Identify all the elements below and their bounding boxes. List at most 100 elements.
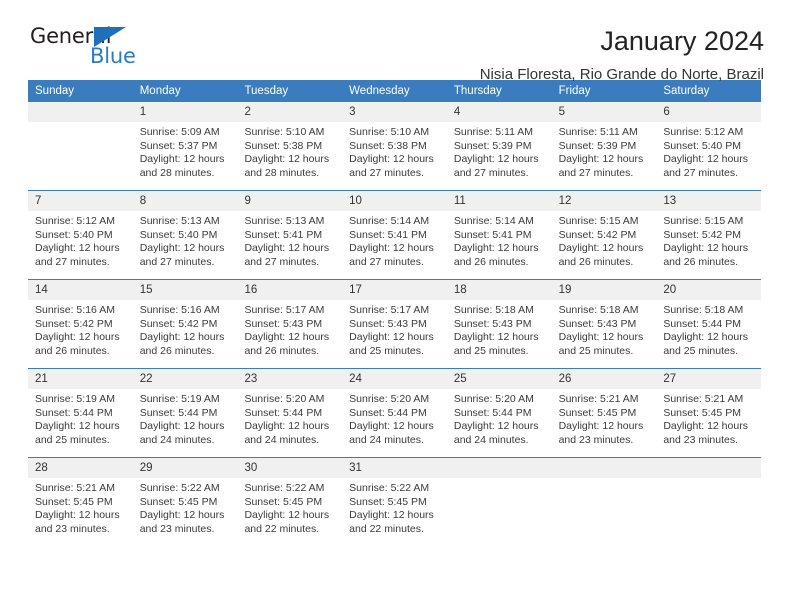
day-detail: Sunrise: 5:21 AM Sunset: 5:45 PM Daylight:… — [28, 478, 133, 536]
day-cell[interactable]: 5 Sunrise: 5:11 AM Sunset: 5:39 PM Daylight… — [551, 102, 657, 190]
day-number: 16 — [237, 280, 343, 300]
day-daylight-line: Daylight: 12 hours — [349, 420, 434, 433]
day-cell[interactable]: 26 Sunrise: 5:21 AM Sunset: 5:45 PM Dayligh… — [551, 369, 657, 457]
day-cell[interactable]: 16 Sunrise: 5:17 AM Sunset: 5:43 PM Dayligh… — [237, 280, 343, 368]
day-cell[interactable]: 2 Sunrise: 5:10 AM Sunset: 5:38 PM Daylight… — [237, 102, 343, 190]
day-detail: Sunrise: 5:15 AM Sunset: 5:42 PM Daylight:… — [656, 211, 761, 269]
day-daylight-line: Daylight: 12 hours — [558, 331, 644, 344]
day-cell[interactable]: 10 Sunrise: 5:14 AM Sunset: 5:41 PM Dayligh… — [342, 191, 447, 279]
day-cell[interactable]: 15 Sunrise: 5:16 AM Sunset: 5:42 PM Dayligh… — [132, 280, 238, 368]
day-daylight-line: and 28 minutes. — [244, 166, 320, 179]
day-cell[interactable]: 3 Sunrise: 5:10 AM Sunset: 5:38 PM Daylight… — [342, 102, 447, 190]
day-cell[interactable]: 23 Sunrise: 5:20 AM Sunset: 5:44 PM Dayligh… — [237, 369, 343, 457]
day-cell[interactable]: 30 Sunrise: 5:22 AM Sunset: 5:45 PM Dayligh… — [237, 458, 343, 546]
day-number — [551, 458, 657, 478]
day-number: 6 — [656, 102, 762, 122]
day-daylight-line: and 26 minutes. — [139, 344, 215, 357]
day-cell[interactable]: 29 Sunrise: 5:22 AM Sunset: 5:45 PM Dayligh… — [132, 458, 238, 546]
day-sunset-line: Sunset: 5:44 PM — [139, 406, 218, 419]
day-sunrise-line: Sunrise: 5:16 AM — [35, 304, 115, 316]
day-number: 26 — [551, 369, 657, 389]
day-detail: Sunrise: 5:22 AM Sunset: 5:45 PM Daylight:… — [342, 478, 447, 536]
day-daylight-line: Daylight: 12 hours — [35, 509, 120, 522]
day-cell-empty — [551, 458, 657, 546]
day-number — [28, 102, 133, 122]
day-sunrise-line: Sunrise: 5:12 AM — [35, 215, 115, 227]
day-daylight-line: Daylight: 12 hours — [139, 420, 225, 433]
day-number: 14 — [28, 280, 133, 300]
day-cell[interactable]: 18 Sunrise: 5:18 AM Sunset: 5:43 PM Dayligh… — [446, 280, 552, 368]
day-cell[interactable]: 12 Sunrise: 5:15 AM Sunset: 5:42 PM Dayligh… — [551, 191, 657, 279]
general-blue-logo[interactable]: General Blue — [28, 24, 148, 70]
day-detail: Sunrise: 5:19 AM Sunset: 5:44 PM Daylight:… — [28, 389, 133, 447]
day-sunrise-line: Sunrise: 5:18 AM — [558, 304, 639, 316]
day-cell[interactable]: 31 Sunrise: 5:22 AM Sunset: 5:45 PM Dayligh… — [342, 458, 447, 546]
day-cell[interactable]: 8 Sunrise: 5:13 AM Sunset: 5:40 PM Daylight… — [132, 191, 238, 279]
day-cell[interactable]: 27 Sunrise: 5:21 AM Sunset: 5:45 PM Dayligh… — [656, 369, 762, 457]
calendar-page: General Blue January 2024 Nisia Floresta… — [0, 0, 792, 612]
day-sunset-line: Sunset: 5:45 PM — [558, 406, 637, 419]
day-cell[interactable]: 20 Sunrise: 5:18 AM Sunset: 5:44 PM Dayligh… — [656, 280, 762, 368]
day-detail: Sunrise: 5:16 AM Sunset: 5:42 PM Daylight:… — [133, 300, 238, 358]
day-daylight-line: Daylight: 12 hours — [349, 242, 434, 255]
day-cell[interactable]: 19 Sunrise: 5:18 AM Sunset: 5:43 PM Dayligh… — [551, 280, 657, 368]
weekday-header-saturday: Saturday — [663, 85, 710, 97]
day-number: 31 — [342, 458, 447, 478]
day-daylight-line: and 24 minutes. — [139, 433, 215, 446]
day-daylight-line: Daylight: 12 hours — [558, 420, 644, 433]
day-cell[interactable]: 6 Sunrise: 5:12 AM Sunset: 5:40 PM Daylight… — [656, 102, 762, 190]
day-cell[interactable]: 7 Sunrise: 5:12 AM Sunset: 5:40 PM Daylight… — [28, 191, 133, 279]
day-daylight-line: and 23 minutes. — [139, 522, 215, 535]
day-cell-empty — [656, 458, 762, 546]
day-daylight-line: and 28 minutes. — [139, 166, 215, 179]
day-number: 11 — [446, 191, 552, 211]
day-cell[interactable]: 17 Sunrise: 5:17 AM Sunset: 5:43 PM Dayligh… — [342, 280, 447, 368]
weekday-header-row: Sunday Monday Tuesday Wednesday Thursday Frid… — [28, 80, 761, 101]
day-cell[interactable]: 11 Sunrise: 5:14 AM Sunset: 5:41 PM Dayligh… — [446, 191, 552, 279]
day-sunset-line: Sunset: 5:45 PM — [139, 495, 218, 508]
day-daylight-line: Daylight: 12 hours — [35, 242, 120, 255]
day-sunset-line: Sunset: 5:40 PM — [139, 228, 218, 241]
day-daylight-line: and 27 minutes. — [558, 166, 634, 179]
day-cell[interactable]: 28 Sunrise: 5:21 AM Sunset: 5:45 PM Dayligh… — [28, 458, 133, 546]
day-cell[interactable]: 9 Sunrise: 5:13 AM Sunset: 5:41 PM Daylight… — [237, 191, 343, 279]
day-daylight-line: and 26 minutes. — [558, 255, 634, 268]
day-daylight-line: and 23 minutes. — [663, 433, 739, 446]
day-sunrise-line: Sunrise: 5:18 AM — [663, 304, 744, 316]
calendar-week-row: 7 Sunrise: 5:12 AM Sunset: 5:40 PM Daylight… — [28, 190, 762, 279]
weekday-header-tuesday: Tuesday — [244, 85, 289, 97]
day-number: 1 — [132, 102, 238, 122]
day-daylight-line: and 24 minutes. — [349, 433, 424, 446]
weekday-header-friday: Friday — [558, 85, 591, 97]
day-cell[interactable]: 24 Sunrise: 5:20 AM Sunset: 5:44 PM Dayligh… — [342, 369, 447, 457]
day-sunset-line: Sunset: 5:42 PM — [139, 317, 218, 330]
day-daylight-line: and 22 minutes. — [244, 522, 320, 535]
day-sunrise-line: Sunrise: 5:14 AM — [349, 215, 430, 227]
day-detail: Sunrise: 5:13 AM Sunset: 5:41 PM Daylight:… — [237, 211, 342, 269]
day-cell[interactable]: 13 Sunrise: 5:15 AM Sunset: 5:42 PM Dayligh… — [656, 191, 762, 279]
day-cell[interactable]: 4 Sunrise: 5:11 AM Sunset: 5:39 PM Daylight… — [446, 102, 552, 190]
day-number — [656, 458, 762, 478]
day-cell[interactable]: 22 Sunrise: 5:19 AM Sunset: 5:44 PM Dayligh… — [132, 369, 238, 457]
day-cell-empty — [28, 102, 133, 190]
day-detail: Sunrise: 5:12 AM Sunset: 5:40 PM Daylight:… — [28, 211, 133, 269]
day-cell[interactable]: 14 Sunrise: 5:16 AM Sunset: 5:42 PM Dayligh… — [28, 280, 133, 368]
day-sunset-line: Sunset: 5:37 PM — [139, 139, 218, 152]
day-daylight-line: and 24 minutes. — [453, 433, 529, 446]
day-sunrise-line: Sunrise: 5:20 AM — [453, 393, 534, 405]
day-number: 10 — [342, 191, 447, 211]
day-daylight-line: Daylight: 12 hours — [35, 420, 120, 433]
day-cell[interactable]: 1 Sunrise: 5:09 AM Sunset: 5:37 PM Daylight… — [132, 102, 238, 190]
day-sunset-line: Sunset: 5:41 PM — [244, 228, 323, 241]
day-cell[interactable]: 25 Sunrise: 5:20 AM Sunset: 5:44 PM Dayligh… — [446, 369, 552, 457]
day-sunset-line: Sunset: 5:45 PM — [663, 406, 741, 419]
day-sunrise-line: Sunrise: 5:14 AM — [453, 215, 534, 227]
day-daylight-line: and 25 minutes. — [558, 344, 634, 357]
day-sunset-line: Sunset: 5:43 PM — [349, 317, 427, 330]
day-cell[interactable]: 21 Sunrise: 5:19 AM Sunset: 5:44 PM Dayligh… — [28, 369, 133, 457]
day-daylight-line: Daylight: 12 hours — [139, 242, 225, 255]
day-number: 17 — [342, 280, 447, 300]
day-sunset-line: Sunset: 5:44 PM — [35, 406, 113, 419]
day-sunset-line: Sunset: 5:44 PM — [244, 406, 323, 419]
day-number: 29 — [132, 458, 238, 478]
